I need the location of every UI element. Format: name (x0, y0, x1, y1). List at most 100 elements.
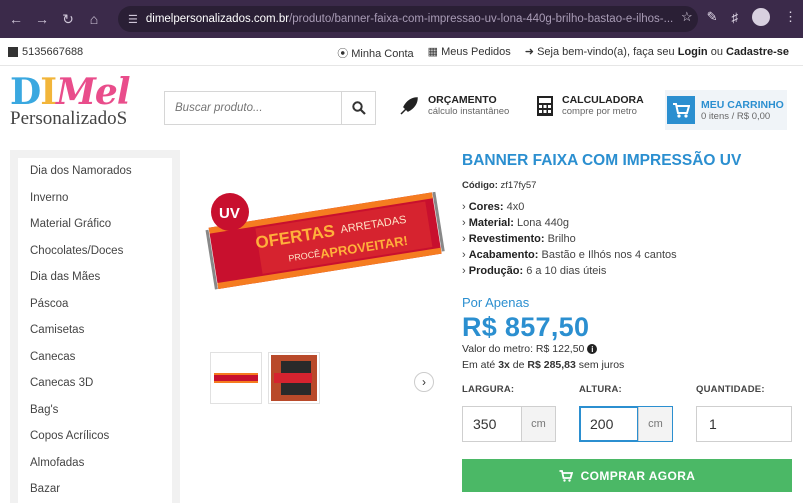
quantity-input[interactable] (696, 406, 792, 442)
menu-kebab-icon[interactable]: ⋮ (784, 9, 797, 25)
cart-title: MEU CARRINHO (701, 98, 784, 111)
forward-icon[interactable]: → (32, 9, 52, 29)
my-orders-link[interactable]: ▦ Meus Pedidos (428, 45, 511, 61)
sidebar-item-chocolates-doces[interactable]: Chocolates/Doces (18, 237, 172, 264)
spec-row-acabamento: › Acabamento: Bastão e Ilhós nos 4 canto… (462, 249, 677, 261)
product-specs: › Cores: 4x0 › Material: Lona 440g › Rev… (462, 199, 792, 279)
spec-label-cores: Cores: (468, 201, 504, 213)
whatsapp-icon (8, 46, 18, 57)
search-box (164, 91, 376, 125)
site-logo[interactable]: DIMel PersonalizadoS (10, 72, 150, 136)
profile-avatar[interactable] (752, 8, 770, 26)
spec-value-material: Lona 440g (517, 217, 570, 229)
installment-count: 3x (498, 359, 510, 371)
width-field: cm (462, 406, 556, 442)
sidebar-item-bazar[interactable]: Bazar (18, 476, 172, 503)
quote-link[interactable]: ORÇAMENTO cálculo instantâneo (398, 94, 509, 117)
sidebar-item-material-grafico[interactable]: Material Gráfico (18, 211, 172, 238)
sidebar-item-camisetas[interactable]: Camisetas (18, 317, 172, 344)
product-main-image[interactable]: OFERTAS ARRETADAS PROCÊ APROVEITAR! UV (200, 160, 446, 340)
search-button[interactable] (341, 92, 375, 124)
site-info-icon[interactable]: ☰ (128, 13, 138, 26)
my-account-link[interactable]: ⦿ Minha Conta (337, 45, 413, 61)
quantity-label: QUANTIDADE: (696, 384, 765, 395)
height-input[interactable] (580, 407, 638, 441)
cart-icon (559, 469, 573, 482)
phone-number: 5135667688 (22, 45, 84, 58)
height-field: cm (579, 406, 673, 442)
installment-suffix: sem juros (575, 359, 625, 371)
sidebar-item-bags[interactable]: Bag's (18, 396, 172, 423)
spec-label-acabamento: Acabamento: (468, 249, 539, 261)
spec-row-cores: › Cores: 4x0 (462, 201, 525, 213)
width-label: LARGURA: (462, 384, 515, 395)
installment-value: R$ 285,83 (527, 359, 576, 371)
spec-label-producao: Produção: (468, 265, 524, 277)
spec-value-revestimento: Brilho (547, 233, 576, 245)
extension-pen-icon[interactable]: ✎ (707, 9, 718, 25)
thumbnail-2[interactable] (268, 352, 320, 404)
sidebar-item-dia-dos-namorados[interactable]: Dia dos Namorados (18, 158, 172, 185)
quote-subtitle: cálculo instantâneo (428, 106, 510, 117)
address-bar[interactable]: ☰ dimelpersonalizados.com.br/produto/ban… (118, 6, 698, 32)
spec-row-material: › Material: Lona 440g (462, 217, 570, 229)
home-icon[interactable]: ⌂ (84, 9, 104, 29)
cart-summary: 0 itens / R$ 0,00 (701, 110, 771, 122)
category-sidebar: Dia dos Namorados Inverno Material Gráfi… (10, 150, 180, 503)
search-input[interactable] (165, 92, 341, 124)
sidebar-item-dia-das-maes[interactable]: Dia das Mães (18, 264, 172, 291)
uv-badge-text: UV (219, 205, 240, 222)
product-code-value: zf17fy57 (500, 180, 537, 191)
product-code: Código: zf17fy57 (462, 180, 792, 191)
product-code-label: Código: (462, 180, 498, 191)
sidebar-item-inverno[interactable]: Inverno (18, 184, 172, 211)
phone-contact: 5135667688 (8, 46, 83, 58)
product-info: BANNER FAIXA COM IMPRESSÃO UV Código: zf… (462, 150, 792, 371)
spec-row-producao: › Produção: 6 a 10 dias úteis (462, 265, 607, 277)
installment-info: Em até 3x de R$ 285,83 sem juros (462, 359, 792, 371)
sidebar-item-copos-acrilicos[interactable]: Copos Acrílicos (18, 423, 172, 450)
meter-price-text: Valor do metro: R$ 122,50 (462, 343, 585, 355)
thumbnail-1[interactable] (210, 352, 262, 404)
next-image-button[interactable]: › (414, 372, 434, 392)
login-link[interactable]: Login (678, 46, 708, 58)
bookmark-star-icon[interactable]: ☆ (681, 9, 693, 25)
rocket-icon (400, 96, 418, 115)
calculator-subtitle: compre por metro (562, 106, 637, 117)
reload-icon[interactable]: ↻ (58, 9, 78, 29)
height-label: ALTURA: (579, 384, 622, 395)
sidebar-item-pascoa[interactable]: Páscoa (18, 290, 172, 317)
site-header: DIMel PersonalizadoS ORÇAMENTO cálculo i… (0, 66, 803, 150)
installment-prefix: Em até (462, 359, 499, 371)
sidebar-item-almofadas[interactable]: Almofadas (18, 449, 172, 476)
spec-row-revestimento: › Revestimento: Brilho (462, 233, 576, 245)
back-icon[interactable]: ← (6, 9, 26, 29)
welcome-prefix: Seja bem-vindo(a), faça seu (537, 46, 678, 58)
thumbnail-strip (210, 352, 320, 404)
product-title: BANNER FAIXA COM IMPRESSÃO UV (462, 152, 742, 169)
spec-label-revestimento: Revestimento: (468, 233, 545, 245)
welcome-text: ➜ Seja bem-vindo(a), faça seu Login ou C… (524, 46, 789, 58)
sidebar-item-canecas-3d[interactable]: Canecas 3D (18, 370, 172, 397)
register-link[interactable]: Cadastre-se (726, 46, 789, 58)
welcome-or: ou (707, 46, 727, 58)
quote-title: ORÇAMENTO (428, 94, 497, 106)
buy-now-button[interactable]: COMPRAR AGORA (462, 459, 792, 492)
price-prefix: Por Apenas (462, 295, 530, 310)
calculator-link[interactable]: CALCULADORA compre por metro (536, 94, 644, 117)
sidebar-item-canecas[interactable]: Canecas (18, 343, 172, 370)
installment-mid: de (509, 359, 528, 371)
search-icon (351, 101, 366, 115)
cart-button[interactable]: MEU CARRINHO 0 itens / R$ 0,00 (665, 90, 787, 130)
extensions-icon[interactable]: ♯ (732, 10, 739, 25)
product-price: R$ 857,50 (462, 312, 590, 342)
info-icon[interactable]: i (587, 344, 598, 354)
width-unit: cm (521, 407, 555, 441)
browser-toolbar: ← → ↻ ⌂ ☰ dimelpersonalizados.com.br/pro… (0, 0, 803, 38)
spec-label-material: Material: (468, 217, 514, 229)
url-domain: dimelpersonalizados.com.br (145, 13, 290, 25)
width-input[interactable] (463, 407, 521, 441)
logo-mark: DIMel (10, 71, 131, 113)
url-path: /produto/banner-faixa-com-impressao-uv-l… (289, 13, 674, 25)
height-unit: cm (638, 407, 672, 441)
